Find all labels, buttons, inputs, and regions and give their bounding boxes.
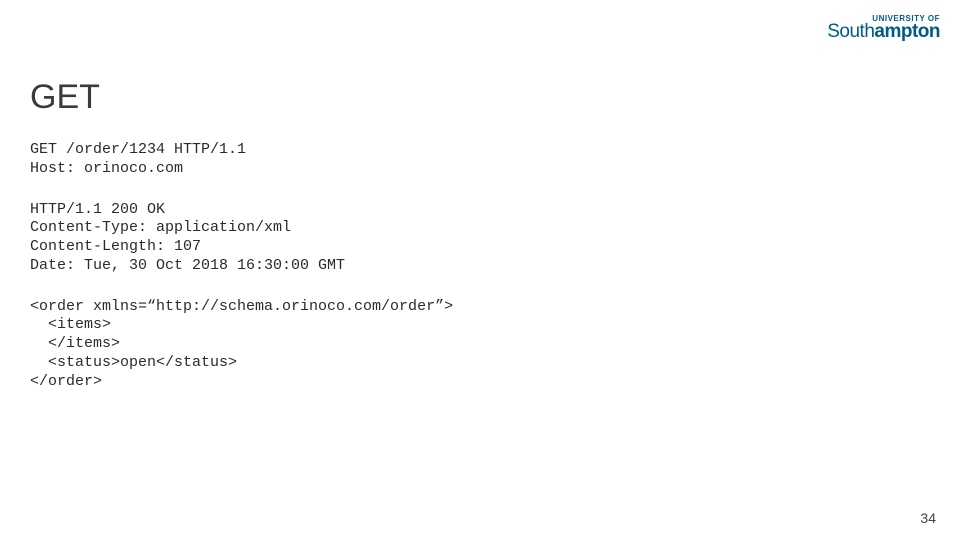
logo-bottom-text: Southampton: [827, 21, 940, 43]
slide-title: GET: [30, 78, 930, 117]
page-number: 34: [920, 510, 936, 526]
http-response-body-block: <order xmlns=“http://schema.orinoco.com/…: [30, 298, 930, 392]
http-response-headers-block: HTTP/1.1 200 OK Content-Type: applicatio…: [30, 201, 930, 276]
slide-content: GET GET /order/1234 HTTP/1.1 Host: orino…: [30, 78, 930, 413]
http-request-block: GET /order/1234 HTTP/1.1 Host: orinoco.c…: [30, 141, 930, 179]
university-logo: UNIVERSITY OF Southampton: [827, 14, 940, 43]
